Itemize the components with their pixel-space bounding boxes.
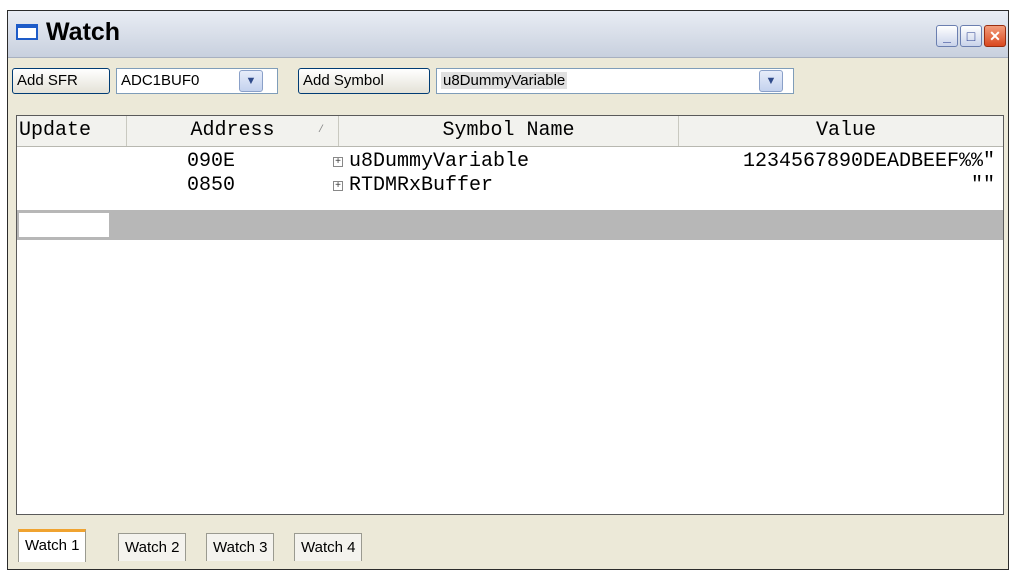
column-header-update[interactable]: Update [17,116,127,146]
chevron-down-icon[interactable]: ▼ [239,70,263,92]
symbol-name-cell: RTDMRxBuffer [349,174,494,197]
address-cell: 0850 [187,174,236,197]
value-cell[interactable]: "" [971,174,995,198]
column-header-value[interactable]: Value [679,116,1003,146]
table-row[interactable]: 0850 + RTDMRxBuffer "" [17,174,1003,198]
window-icon [16,24,38,40]
toolbar: Add SFR ADC1BUF0 ▼ Add Symbol u8DummyVar… [8,65,1008,99]
tab-watch-1[interactable]: Watch 1 [18,529,87,562]
chevron-down-icon[interactable]: ▼ [759,70,783,92]
table-row[interactable]: 090E + u8DummyVariable 1234567890DEADBEE… [17,150,1003,174]
close-icon[interactable]: ✕ [984,25,1006,47]
watch-window: Watch _ □ ✕ Add SFR ADC1BUF0 ▼ Add Symbo… [7,10,1009,570]
watch-tabs: Watch 1 Watch 2 Watch 3 Watch 4 [8,525,1008,565]
sfr-select[interactable]: ADC1BUF0 ▼ [116,68,278,94]
new-entry-row[interactable] [17,210,1003,240]
expand-icon[interactable]: + [333,181,343,191]
watch-table: Update Address / Symbol Name Value 090E … [16,115,1004,515]
new-entry-input[interactable] [19,213,109,237]
column-header-address-label: Address [190,119,275,142]
expand-icon[interactable]: + [333,157,343,167]
address-cell: 090E [187,150,236,173]
title-bar[interactable]: Watch _ □ ✕ [8,11,1008,58]
symbol-name-cell: u8DummyVariable [349,150,530,173]
symbol-select-value: u8DummyVariable [441,72,568,89]
window-title: Watch [46,18,121,46]
column-header-symbol-name[interactable]: Symbol Name [339,116,679,146]
tab-watch-3[interactable]: Watch 3 [206,533,275,561]
minimize-icon[interactable]: _ [936,25,958,47]
add-symbol-button[interactable]: Add Symbol [298,68,430,94]
maximize-icon[interactable]: □ [960,25,982,47]
tab-watch-4[interactable]: Watch 4 [294,533,363,561]
value-cell[interactable]: 1234567890DEADBEEF%%" [743,150,995,174]
add-sfr-button[interactable]: Add SFR [12,68,110,94]
table-header: Update Address / Symbol Name Value [17,116,1003,147]
symbol-select[interactable]: u8DummyVariable ▼ [436,68,794,94]
sort-ascending-icon: / [317,125,324,136]
tab-watch-2[interactable]: Watch 2 [118,533,187,561]
column-header-address[interactable]: Address / [127,116,339,146]
